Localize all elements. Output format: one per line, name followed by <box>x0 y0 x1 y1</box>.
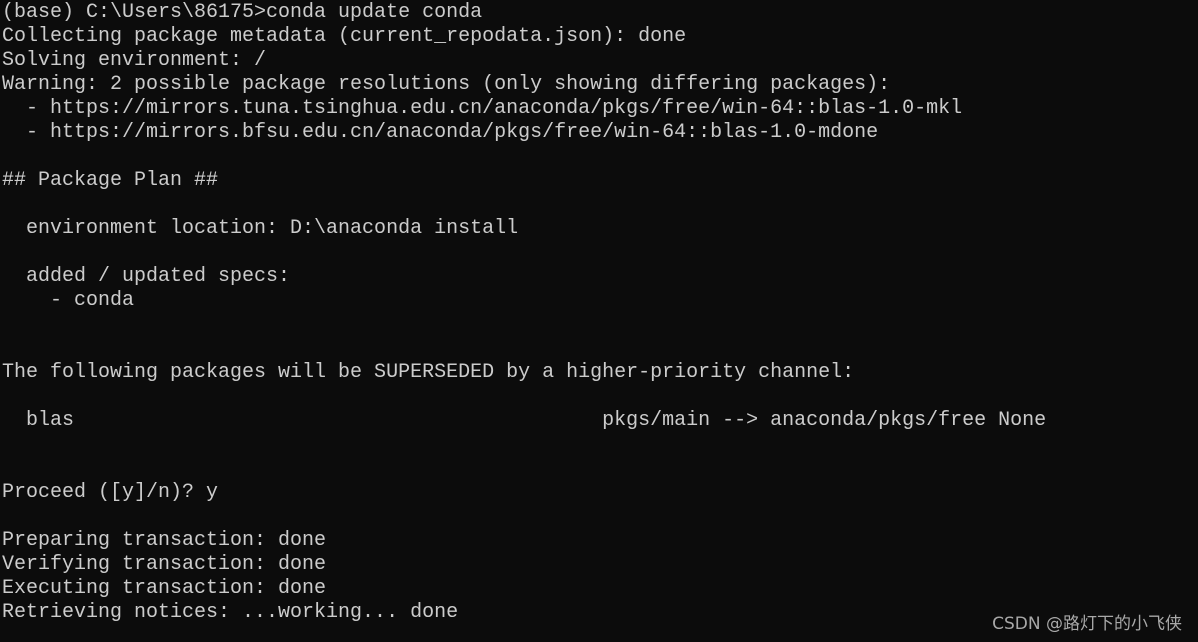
terminal-line: Preparing transaction: done <box>2 529 327 552</box>
terminal-line: Solving environment: / <box>2 49 267 72</box>
terminal-line: Executing transaction: done <box>2 577 327 600</box>
terminal-line: added / updated specs: <box>2 265 291 288</box>
terminal-line: - https://mirrors.tuna.tsinghua.edu.cn/a… <box>2 97 963 120</box>
terminal-line: The following packages will be SUPERSEDE… <box>2 361 855 384</box>
terminal-line: Proceed ([y]/n)? y <box>2 481 219 504</box>
terminal-line: blas pkgs/main --> anaconda/pkgs/free No… <box>2 409 1047 432</box>
terminal-line: Retrieving notices: ...working... done <box>2 601 459 624</box>
terminal-line: - conda <box>2 289 135 312</box>
terminal-line: (base) C:\Users\86175>conda update conda <box>2 1 483 24</box>
terminal-line: Collecting package metadata (current_rep… <box>2 25 687 48</box>
terminal-line: - https://mirrors.bfsu.edu.cn/anaconda/p… <box>2 121 879 144</box>
terminal-line: ## Package Plan ## <box>2 169 219 192</box>
terminal-line: environment location: D:\anaconda instal… <box>2 217 519 240</box>
watermark: CSDN @路灯下的小飞侠 <box>992 614 1182 634</box>
terminal-line: Warning: 2 possible package resolutions … <box>2 73 891 96</box>
terminal-output[interactable]: (base) C:\Users\86175>conda update conda… <box>2 1 1046 625</box>
terminal-line: Verifying transaction: done <box>2 553 327 576</box>
